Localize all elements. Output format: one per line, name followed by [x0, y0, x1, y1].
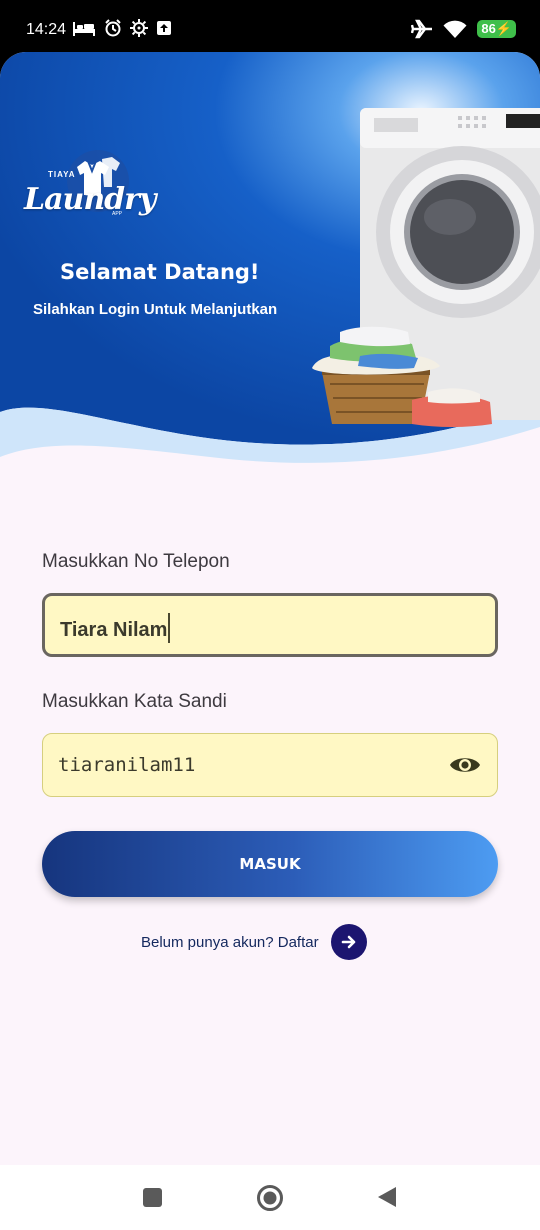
battery-level: 86	[481, 21, 496, 36]
system-nav-bar	[0, 1165, 540, 1230]
password-field[interactable]: tiaranilam11	[42, 733, 498, 797]
status-bar: 14:24 86⚡	[0, 0, 540, 56]
bed-icon	[73, 22, 95, 36]
header-banner: TIAYA Laundry APP Selamat Datang! Silahk…	[0, 52, 540, 472]
phone-input-value[interactable]: Tiara Nilam	[60, 613, 171, 643]
airplane-icon	[411, 19, 433, 39]
logo-script: Laundry	[24, 182, 156, 217]
wifi-icon	[443, 20, 467, 38]
status-icons-left	[72, 19, 172, 37]
back-button[interactable]	[376, 1185, 398, 1209]
welcome-subtitle: Silahkan Login Untuk Melanjutkan	[33, 301, 278, 318]
home-button[interactable]	[256, 1184, 284, 1212]
status-time: 14:24	[26, 21, 67, 38]
login-button[interactable]: MASUK	[42, 831, 498, 897]
arrow-right-icon	[341, 935, 355, 949]
recent-apps-button[interactable]	[143, 1188, 162, 1207]
gear-icon	[130, 19, 148, 37]
password-label: Masukkan Kata Sandi	[42, 691, 227, 712]
register-text[interactable]: Belum punya akun? Daftar	[141, 934, 319, 951]
logo-small-bottom: APP	[112, 211, 123, 217]
phone-label: Masukkan No Telepon	[42, 551, 230, 572]
welcome-title: Selamat Datang!	[60, 260, 260, 284]
alarm-icon	[105, 19, 121, 37]
status-icons-right: 86⚡	[411, 19, 516, 39]
register-button[interactable]	[330, 924, 367, 960]
upload-icon	[157, 21, 171, 35]
register-link[interactable]: Belum punya akun? Daftar	[141, 924, 367, 960]
battery-icon: 86⚡	[477, 20, 516, 38]
text-cursor	[168, 613, 171, 643]
eye-icon[interactable]	[449, 753, 481, 777]
login-screen: TIAYA Laundry APP Selamat Datang! Silahk…	[0, 52, 540, 1165]
phone-value-text: Tiara Nilam	[60, 619, 168, 641]
phone-field[interactable]: Tiara Nilam	[42, 593, 498, 657]
password-input-value[interactable]: tiaranilam11	[58, 754, 195, 776]
logo-small-top: TIAYA	[48, 170, 76, 179]
washing-machine-illustration	[312, 108, 540, 427]
